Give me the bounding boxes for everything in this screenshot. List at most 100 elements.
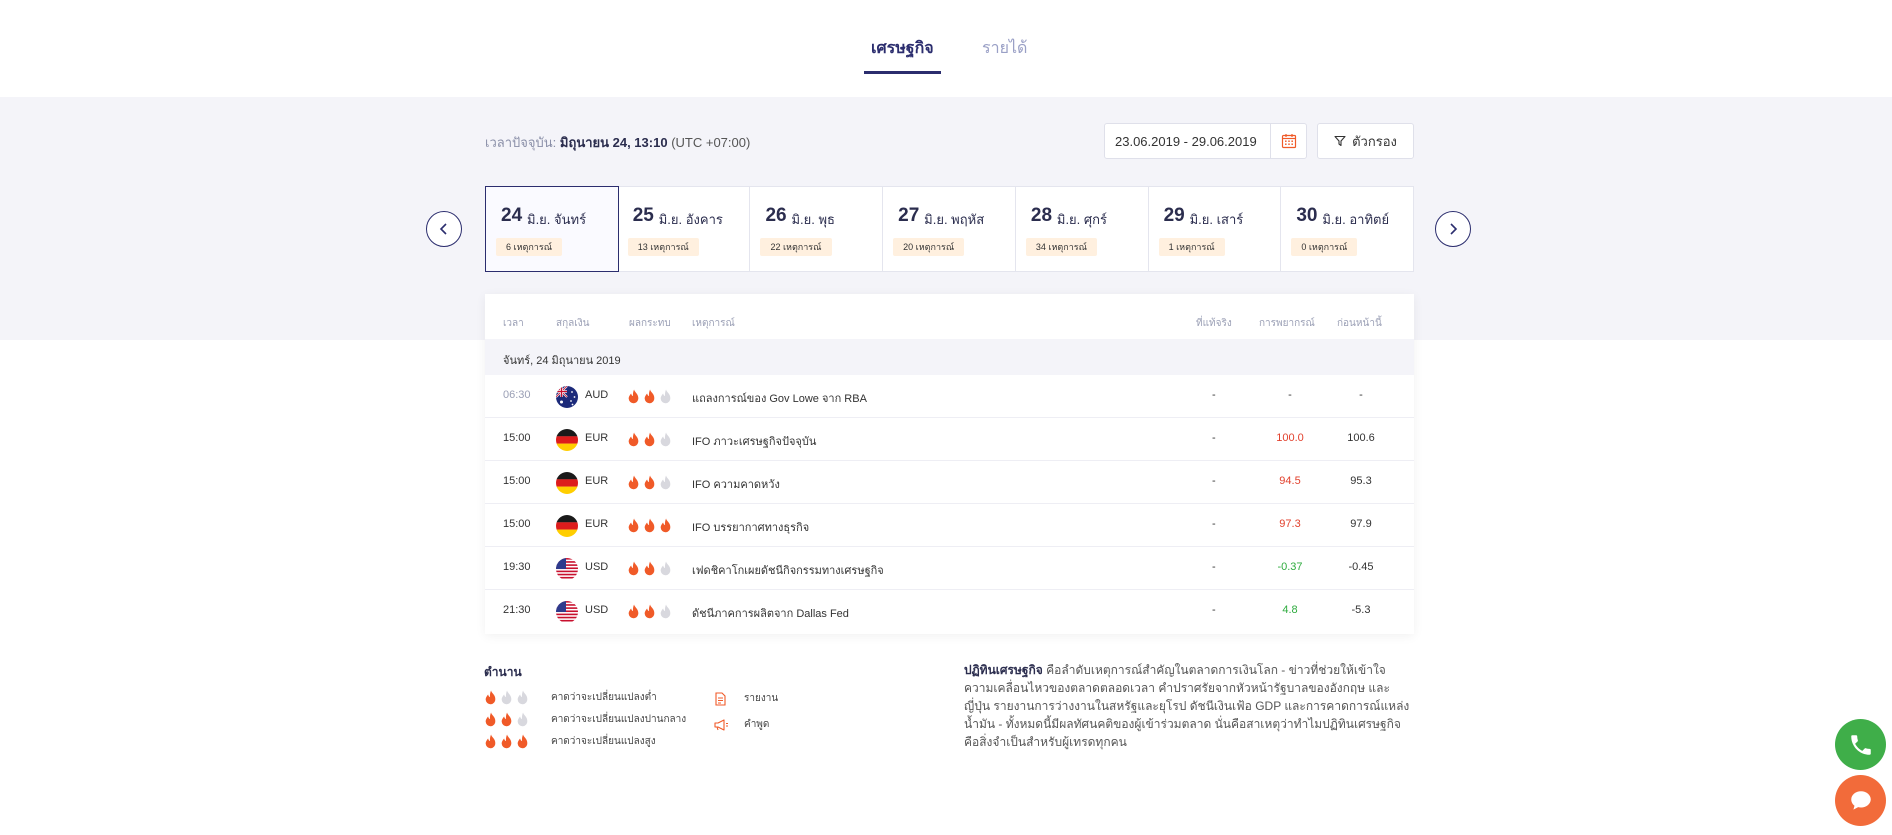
flame-icon: [517, 690, 528, 705]
flame-icon: [628, 518, 639, 533]
flame-icon: [628, 561, 639, 576]
day-number: 27: [898, 205, 920, 226]
row-actual: -: [1212, 389, 1216, 401]
events-table: เวลา สกุลเงิน ผลกระทบ เหตุการณ์ ที่แท้จร…: [485, 294, 1414, 634]
filter-label: ตัวกรอง: [1352, 133, 1397, 149]
row-event[interactable]: IFO ภาวะเศรษฐกิจปัจจุบัน: [692, 432, 816, 450]
row-time: 21:30: [503, 604, 531, 616]
next-week-button[interactable]: [1435, 211, 1471, 247]
table-row[interactable]: 06:30 AUD แถลงการณ์ของ Gov Lowe จาก RBA - - -: [485, 375, 1414, 418]
chat-icon: [1850, 790, 1871, 810]
calendar-icon[interactable]: [1270, 124, 1306, 158]
row-event[interactable]: แถลงการณ์ของ Gov Lowe จาก RBA: [692, 389, 867, 407]
row-actual: -: [1212, 518, 1216, 530]
row-event[interactable]: เฟดชิคาโกเผยดัชนีกิจกรรมทางเศรษฐกิจ: [692, 561, 884, 579]
row-time: 15:00: [503, 518, 531, 530]
row-currency: USD: [585, 561, 609, 573]
row-time: 06:30: [503, 389, 531, 401]
row-event[interactable]: ดัชนีภาคการผลิตจาก Dallas Fed: [692, 604, 849, 622]
event-count-badge: 20 เหตุการณ์: [893, 238, 965, 256]
filter-button[interactable]: ตัวกรอง: [1317, 123, 1414, 159]
flag-us-icon: [556, 558, 578, 580]
flag-us-icon: [556, 601, 578, 623]
legend-impact-label: คาดว่าจะเปลี่ยนแปลงปานกลาง: [551, 714, 687, 725]
report-icon: [715, 691, 726, 706]
description: ปฏิทินเศรษฐกิจ คือลำดับเหตุการณ์สำคัญในต…: [964, 661, 1414, 751]
flame-icon: [644, 389, 655, 404]
legend-type-item: คำพูด: [713, 717, 769, 732]
row-actual: -: [1212, 604, 1216, 616]
row-time: 15:00: [503, 475, 531, 487]
tab-earnings[interactable]: รายได้: [975, 36, 1034, 71]
flag-de-icon: [556, 472, 578, 494]
date-group-header: จันทร์, 24 มิถุนายน 2019: [485, 339, 1414, 375]
col-currency: สกุลเงิน: [556, 318, 590, 329]
legend-impact-item: คาดว่าจะเปลี่ยนแปลงปานกลาง: [484, 712, 686, 727]
flame-icon: [644, 518, 655, 533]
col-event: เหตุการณ์: [692, 318, 735, 329]
table-row[interactable]: 19:30 USD เฟดชิคาโกเผยดัชนีกิจกรรมทางเศรษฐ…: [485, 547, 1414, 590]
day-tab-27[interactable]: 27 มิ.ย. พฤหัส 20 เหตุการณ์: [883, 187, 1016, 271]
row-time: 15:00: [503, 432, 531, 444]
flame-icon: [644, 432, 655, 447]
col-time: เวลา: [503, 318, 524, 329]
flame-icon: [644, 561, 655, 576]
flag-de-icon: [556, 515, 578, 537]
timezone: (UTC +07:00): [671, 135, 751, 150]
col-impact: ผลกระทบ: [629, 318, 671, 329]
day-tab-29[interactable]: 29 มิ.ย. เสาร์ 1 เหตุการณ์: [1149, 187, 1282, 271]
impact-rating: [627, 561, 672, 576]
day-number: 24: [501, 205, 523, 226]
flame-icon: [660, 518, 671, 533]
event-count-badge: 34 เหตุการณ์: [1025, 238, 1097, 256]
phone-button[interactable]: [1835, 719, 1886, 770]
table-row[interactable]: 15:00 EUR IFO ภาวะเศรษฐกิจปัจจุบัน -100.0 10…: [485, 418, 1414, 461]
flame-icon: [501, 690, 512, 705]
day-tab-28[interactable]: 28 มิ.ย. ศุกร์ 34 เหตุการณ์: [1016, 187, 1149, 271]
flame-icon: [660, 389, 671, 404]
impact-rating: [627, 604, 672, 619]
row-time: 19:30: [503, 561, 531, 573]
legend-type-label: คำพูด: [744, 719, 770, 730]
legend-title: ตำนาน: [484, 665, 522, 679]
day-label: มิ.ย. อังคาร: [658, 212, 723, 227]
day-tab-26[interactable]: 26 มิ.ย. พุธ 22 เหตุการณ์: [750, 187, 884, 271]
legend-impact-label: คาดว่าจะเปลี่ยนแปลงต่ำ: [551, 692, 657, 703]
flame-icon: [660, 604, 671, 619]
day-tab-24[interactable]: 24 มิ.ย. จันทร์ 6 เหตุการณ์: [485, 186, 619, 272]
flame-icon: [628, 475, 639, 490]
tab-economy[interactable]: เศรษฐกิจ: [864, 36, 941, 74]
flame-icon: [517, 734, 528, 749]
day-label: มิ.ย. เสาร์: [1189, 212, 1244, 227]
col-actual: ที่แท้จริง: [1196, 318, 1232, 329]
event-count-badge: 0 เหตุการณ์: [1291, 238, 1358, 256]
description-title: ปฏิทินเศรษฐกิจ: [964, 663, 1043, 677]
day-tab-30[interactable]: 30 มิ.ย. อาทิตย์ 0 เหตุการณ์: [1281, 187, 1413, 271]
chat-button[interactable]: [1835, 775, 1886, 826]
prev-week-button[interactable]: [426, 211, 462, 247]
day-tab-25[interactable]: 25 มิ.ย. อังคาร 13 เหตุการณ์: [618, 187, 751, 271]
row-event[interactable]: IFO บรรยากาศทางธุรกิจ: [692, 518, 809, 536]
phone-icon: [1850, 734, 1871, 755]
event-count-badge: 22 เหตุการณ์: [760, 238, 832, 256]
day-number: 30: [1296, 205, 1318, 226]
filter-icon: [1334, 135, 1346, 147]
day-number: 29: [1163, 205, 1185, 226]
category-tabs: เศรษฐกิจ รายได้: [0, 36, 1892, 74]
chevron-left-icon: [439, 223, 447, 235]
day-label: มิ.ย. อาทิตย์: [1322, 212, 1390, 227]
flame-icon: [628, 432, 639, 447]
current-time-value: มิถุนายน 24, 13:10: [559, 135, 668, 150]
day-number: 28: [1030, 205, 1053, 226]
table-row[interactable]: 15:00 EUR IFO บรรยากาศทางธุรกิจ -97.3 97.9: [485, 504, 1414, 547]
row-event[interactable]: IFO ความคาดหวัง: [692, 475, 780, 493]
flame-icon: [485, 712, 496, 727]
date-range-picker[interactable]: 23.06.2019 - 29.06.2019: [1104, 123, 1307, 159]
flame-icon: [628, 389, 639, 404]
day-label: มิ.ย. พุธ: [791, 212, 835, 227]
flame-icon: [485, 690, 496, 705]
impact-rating: [627, 475, 672, 490]
table-row[interactable]: 21:30 USD ดัชนีภาคการผลิตจาก Dallas Fed -4.…: [485, 590, 1414, 633]
table-row[interactable]: 15:00 EUR IFO ความคาดหวัง -94.5 95.3: [485, 461, 1414, 504]
day-label: มิ.ย. พฤหัส: [924, 212, 985, 227]
